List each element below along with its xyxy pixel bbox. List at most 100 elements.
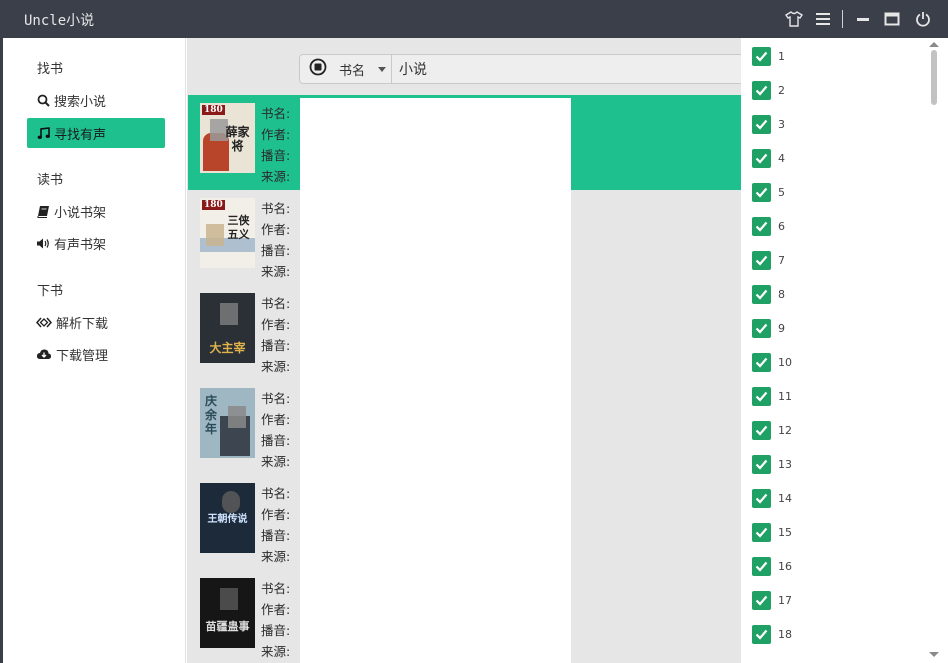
field-narrator-label: 播音: bbox=[261, 338, 291, 353]
chapter-checkbox[interactable]: 12 bbox=[752, 420, 792, 440]
chapter-label: 2 bbox=[778, 83, 785, 97]
section-title-download: 下书 bbox=[37, 284, 64, 299]
sidebar-item-label: 解析下载 bbox=[56, 316, 109, 332]
field-name-label: 书名: bbox=[261, 296, 291, 311]
field-author-label: 作者: bbox=[261, 412, 291, 427]
chapter-label: 7 bbox=[778, 253, 785, 267]
app-title: Uncle小说 bbox=[24, 13, 95, 29]
field-narrator-label: 播音: bbox=[261, 148, 291, 163]
sidebar-item-parse-download[interactable]: 解析下载 bbox=[27, 307, 165, 337]
sidebar-item-novel-shelf[interactable]: 小说书架 bbox=[27, 196, 165, 226]
chapter-label: 8 bbox=[778, 287, 785, 301]
sidebar-item-find-audio[interactable]: 寻找有声 bbox=[27, 118, 165, 148]
chapter-checkbox[interactable]: 9 bbox=[752, 318, 785, 338]
scroll-up-icon[interactable] bbox=[929, 42, 939, 47]
check-icon bbox=[752, 148, 771, 168]
maximize-icon[interactable] bbox=[882, 9, 902, 29]
cover-title: 薛家将 bbox=[225, 125, 250, 153]
chapter-checkbox[interactable]: 16 bbox=[752, 556, 792, 576]
check-icon bbox=[752, 318, 771, 338]
field-author-label: 作者: bbox=[261, 127, 291, 142]
field-source-label: 来源: bbox=[261, 454, 291, 469]
chapter-label: 10 bbox=[778, 355, 792, 369]
chapter-label: 18 bbox=[778, 627, 792, 641]
book-cover: 大主宰 bbox=[200, 293, 255, 363]
field-name-label: 书名: bbox=[261, 106, 291, 121]
chapter-label: 14 bbox=[778, 491, 792, 505]
chapter-checkbox[interactable]: 2 bbox=[752, 80, 785, 100]
speaker-icon bbox=[36, 236, 50, 250]
book-cover: 180 三侠五义 bbox=[200, 198, 255, 268]
chapter-checkbox[interactable]: 11 bbox=[752, 386, 792, 406]
chapter-checkbox[interactable]: 3 bbox=[752, 114, 785, 134]
field-narrator-label: 播音: bbox=[261, 433, 291, 448]
check-icon bbox=[752, 488, 771, 508]
cover-title: 三侠五义 bbox=[227, 214, 250, 241]
check-icon bbox=[752, 624, 771, 644]
cover-title: 大主宰 bbox=[209, 341, 246, 355]
cover-badge: 180 bbox=[202, 105, 225, 115]
skin-icon[interactable] bbox=[784, 9, 804, 29]
chapter-checkbox[interactable]: 15 bbox=[752, 522, 792, 542]
chapter-label: 17 bbox=[778, 593, 792, 607]
sidebar-item-label: 有声书架 bbox=[54, 237, 107, 253]
chapter-checkbox[interactable]: 10 bbox=[752, 352, 792, 372]
power-icon[interactable] bbox=[913, 9, 933, 29]
chapter-label: 13 bbox=[778, 457, 792, 471]
chapter-checkbox[interactable]: 8 bbox=[752, 284, 785, 304]
book-cover: 苗疆蛊事 bbox=[200, 578, 255, 648]
field-author-label: 作者: bbox=[261, 602, 291, 617]
check-icon bbox=[752, 556, 771, 576]
titlebar-divider bbox=[842, 10, 843, 28]
chapter-checkbox[interactable]: 17 bbox=[752, 590, 792, 610]
cover-title: 王朝传说 bbox=[207, 514, 248, 525]
sidebar: 找书 搜索小说 寻找有声 读书 小说书架 有声书架 下书 解析下载 下载管理 bbox=[3, 38, 186, 663]
field-source-label: 来源: bbox=[261, 264, 291, 279]
chapter-checkbox[interactable]: 13 bbox=[752, 454, 792, 474]
menu-icon[interactable] bbox=[813, 9, 833, 29]
chapter-checkbox[interactable]: 14 bbox=[752, 488, 792, 508]
sidebar-item-audio-shelf[interactable]: 有声书架 bbox=[27, 228, 165, 258]
cloud-download-icon bbox=[36, 347, 52, 361]
check-icon bbox=[752, 216, 771, 236]
chapter-checkbox[interactable]: 5 bbox=[752, 182, 785, 202]
chapter-label: 3 bbox=[778, 117, 785, 131]
stop-circle-icon bbox=[309, 58, 327, 80]
check-icon bbox=[752, 386, 771, 406]
music-icon bbox=[36, 126, 50, 140]
parse-icon bbox=[36, 315, 52, 329]
check-icon bbox=[752, 522, 771, 542]
detail-panel bbox=[300, 98, 571, 663]
book-icon bbox=[36, 204, 50, 218]
sidebar-item-download-manager[interactable]: 下载管理 bbox=[27, 339, 165, 369]
scroll-down-icon[interactable] bbox=[929, 652, 939, 657]
sidebar-item-label: 小说书架 bbox=[54, 205, 107, 221]
sidebar-item-search-novel[interactable]: 搜索小说 bbox=[27, 85, 165, 115]
cover-badge: 180 bbox=[202, 200, 225, 210]
field-narrator-label: 播音: bbox=[261, 528, 291, 543]
chapter-checkbox[interactable]: 1 bbox=[752, 46, 785, 66]
book-cover: 庆余年 bbox=[200, 388, 255, 458]
book-cover: 180 薛家将 bbox=[200, 103, 255, 173]
chapter-label: 15 bbox=[778, 525, 792, 539]
field-author-label: 作者: bbox=[261, 222, 291, 237]
chapter-label: 6 bbox=[778, 219, 785, 233]
chapter-checkbox[interactable]: 4 bbox=[752, 148, 785, 168]
chapter-checkbox[interactable]: 7 bbox=[752, 250, 785, 270]
search-bar: 书名 bbox=[299, 54, 741, 84]
search-type-dropdown[interactable]: 书名 bbox=[300, 55, 392, 83]
check-icon bbox=[752, 114, 771, 134]
chapter-label: 16 bbox=[778, 559, 792, 573]
section-title-find: 找书 bbox=[37, 62, 64, 77]
chapter-checkbox[interactable]: 6 bbox=[752, 216, 785, 236]
search-input[interactable] bbox=[392, 55, 741, 83]
field-author-label: 作者: bbox=[261, 317, 291, 332]
field-author-label: 作者: bbox=[261, 507, 291, 522]
check-icon bbox=[752, 250, 771, 270]
chapter-checkbox[interactable]: 18 bbox=[752, 624, 792, 644]
search-icon bbox=[36, 93, 50, 107]
minimize-icon[interactable] bbox=[853, 9, 873, 29]
field-source-label: 来源: bbox=[261, 169, 291, 184]
field-source-label: 来源: bbox=[261, 644, 291, 659]
scrollbar-thumb[interactable] bbox=[931, 50, 937, 105]
